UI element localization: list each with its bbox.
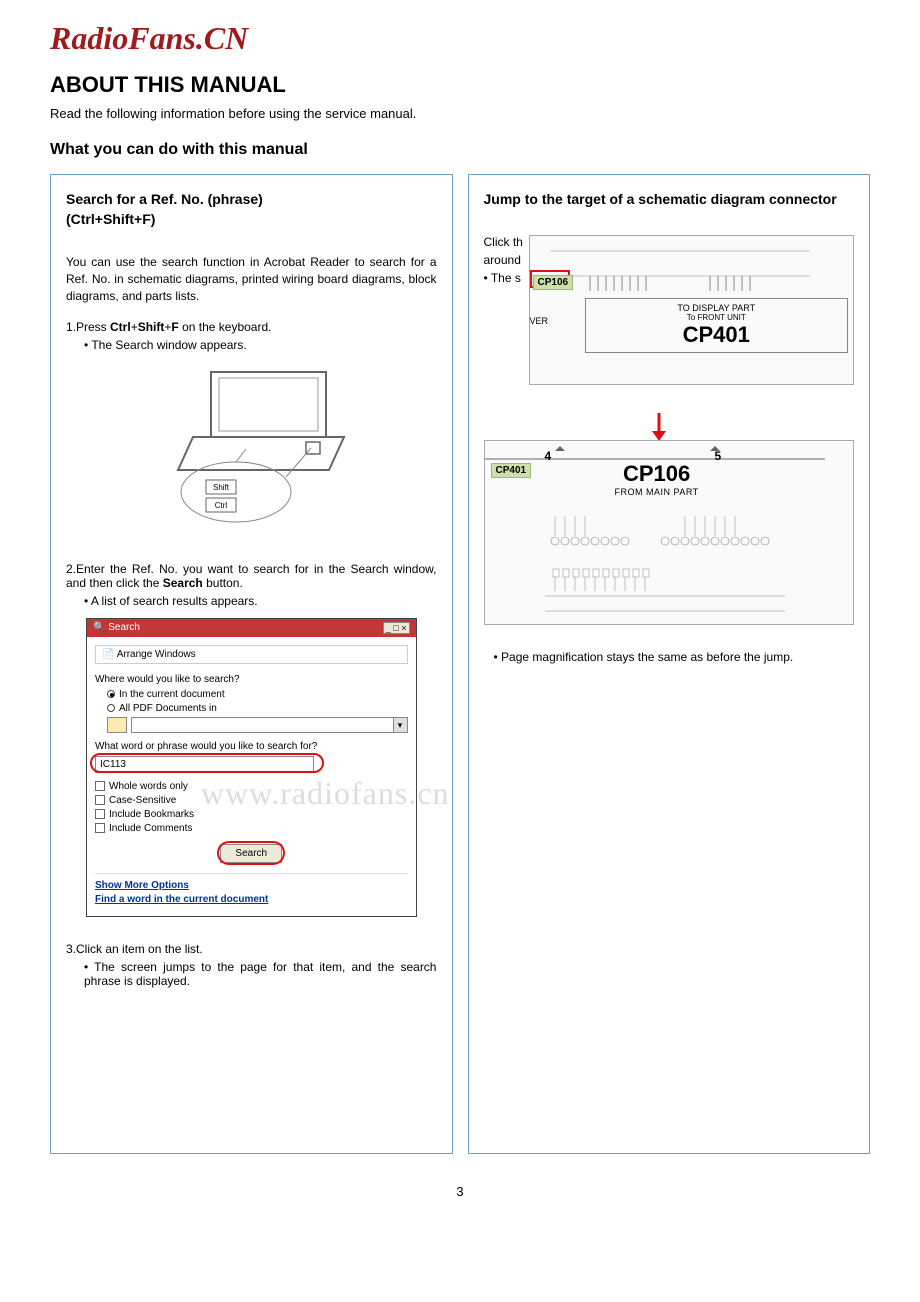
radio-dot-empty-icon: [107, 704, 115, 712]
right-card-title: Jump to the target of a schematic diagra…: [484, 190, 855, 210]
cp401-bottom-label[interactable]: CP401: [491, 463, 532, 478]
right-bullet: Page magnification stays the same as bef…: [494, 650, 855, 664]
to-display-part: TO DISPLAY PART: [590, 303, 844, 313]
checkbox-icon: [95, 781, 105, 791]
display-target-box: TO DISPLAY PART To FRONT UNIT CP401: [585, 298, 849, 353]
search-location-dropdown[interactable]: ▾: [107, 717, 408, 733]
page-number: 3: [50, 1184, 870, 1199]
where-search-label: Where would you like to search?: [95, 674, 408, 685]
main-heading: ABOUT THIS MANUAL: [50, 72, 870, 98]
step-1: 1.Press Ctrl+Shift+F on the keyboard.: [66, 320, 437, 334]
step-3: 3.Click an item on the list.: [66, 942, 437, 956]
radio-dot-filled-icon: [107, 690, 115, 698]
search-window: 🔍 Search _ □ × 📄 Arrange Windows Where w…: [86, 618, 417, 917]
check-case-sensitive[interactable]: Case-Sensitive: [95, 795, 408, 806]
left-card-title: Search for a Ref. No. (phrase) (Ctrl+Shi…: [66, 190, 437, 229]
dropdown-box: ▾: [131, 717, 408, 733]
from-main-part: FROM MAIN PART: [615, 487, 699, 497]
diagram-ctrl-label: Ctrl: [215, 501, 228, 510]
step1-plus1: +: [131, 320, 138, 334]
checkbox-icon: [95, 795, 105, 805]
left-intro-para: You can use the search function in Acrob…: [66, 254, 437, 304]
show-more-link[interactable]: Show More Options: [95, 880, 408, 891]
checkbox-icon: [95, 823, 105, 833]
step3-bullet: The screen jumps to the page for that it…: [84, 960, 437, 988]
page-num-5: 5: [715, 449, 722, 463]
right-column: Jump to the target of a schematic diagra…: [468, 174, 871, 1154]
schematic-top: CP106 VER TO DISPLAY PART To FRONT UNIT …: [529, 235, 855, 385]
page-num-4: 4: [545, 449, 552, 463]
search-text-input[interactable]: IC113: [95, 756, 314, 773]
chevron-down-icon: ▾: [393, 718, 407, 732]
red-highlight-rect-icon: CP106: [530, 270, 570, 288]
step2-bullet: A list of search results appears.: [84, 594, 437, 608]
overlay-click-th: Click th: [484, 235, 523, 249]
cp106-target-box: CP106 FROM MAIN PART: [615, 461, 699, 497]
step1-key-shift: Shift: [138, 320, 165, 334]
step1-prefix: 1.Press: [66, 320, 110, 334]
search-input-wrap: IC113: [95, 756, 408, 773]
overlay-around: around: [484, 253, 521, 267]
cp401-big-label: CP401: [590, 322, 844, 348]
site-logo: RadioFans.CN: [50, 20, 870, 57]
laptop-svg: Shift Ctrl: [151, 362, 351, 532]
step1-suffix: on the keyboard.: [179, 320, 272, 334]
search-body: 📄 Arrange Windows Where would you like t…: [87, 637, 416, 916]
search-button-wrap: Search: [95, 844, 408, 863]
window-buttons[interactable]: _ □ ×: [383, 622, 410, 634]
what-search-label: What word or phrase would you like to se…: [95, 741, 408, 752]
cp106-big-label: CP106: [615, 461, 699, 487]
search-title-text: 🔍 Search: [93, 622, 140, 633]
intro-text: Read the following information before us…: [50, 106, 870, 121]
left-title-line1: Search for a Ref. No. (phrase): [66, 191, 263, 207]
step1-key-f: F: [171, 320, 178, 334]
divider: [95, 873, 408, 874]
cp106-label[interactable]: CP106: [533, 275, 574, 290]
step-2: 2.Enter the Ref. No. you want to search …: [66, 562, 437, 590]
ver-label: VER: [530, 316, 549, 326]
search-titlebar: 🔍 Search _ □ ×: [87, 619, 416, 637]
laptop-diagram: Shift Ctrl: [66, 362, 437, 537]
left-title-line2: (Ctrl+Shift+F): [66, 211, 155, 227]
schematic-bottom: 4 5: [484, 440, 855, 625]
diagram-shift-label: Shift: [213, 483, 230, 492]
folder-icon: [107, 717, 127, 733]
check-comments[interactable]: Include Comments: [95, 823, 408, 834]
search-button[interactable]: Search: [220, 844, 282, 863]
arrange-windows[interactable]: 📄 Arrange Windows: [95, 645, 408, 664]
two-column-layout: www.radiofans.cn Search for a Ref. No. (…: [50, 174, 870, 1154]
section-heading: What you can do with this manual: [50, 141, 870, 159]
check-whole-words[interactable]: Whole words only: [95, 781, 408, 792]
step1-bullet: The Search window appears.: [84, 338, 437, 352]
left-column: www.radiofans.cn Search for a Ref. No. (…: [50, 174, 453, 1154]
overlay-the-s: • The s: [484, 271, 521, 285]
step2-prefix: 2.Enter the Ref. No. you want to search …: [66, 562, 437, 590]
schematic-illustration: Click th ed box around • The s: [484, 235, 855, 635]
find-word-link[interactable]: Find a word in the current document: [95, 894, 408, 905]
to-front-unit: To FRONT UNIT: [590, 313, 844, 322]
step2-bold: Search: [163, 576, 203, 590]
step1-key-ctrl: Ctrl: [110, 320, 131, 334]
radio-current-doc[interactable]: In the current document: [107, 689, 408, 700]
radio-all-docs[interactable]: All PDF Documents in: [107, 703, 408, 714]
step2-suffix: button.: [203, 576, 243, 590]
check-bookmarks[interactable]: Include Bookmarks: [95, 809, 408, 820]
checkbox-icon: [95, 809, 105, 819]
